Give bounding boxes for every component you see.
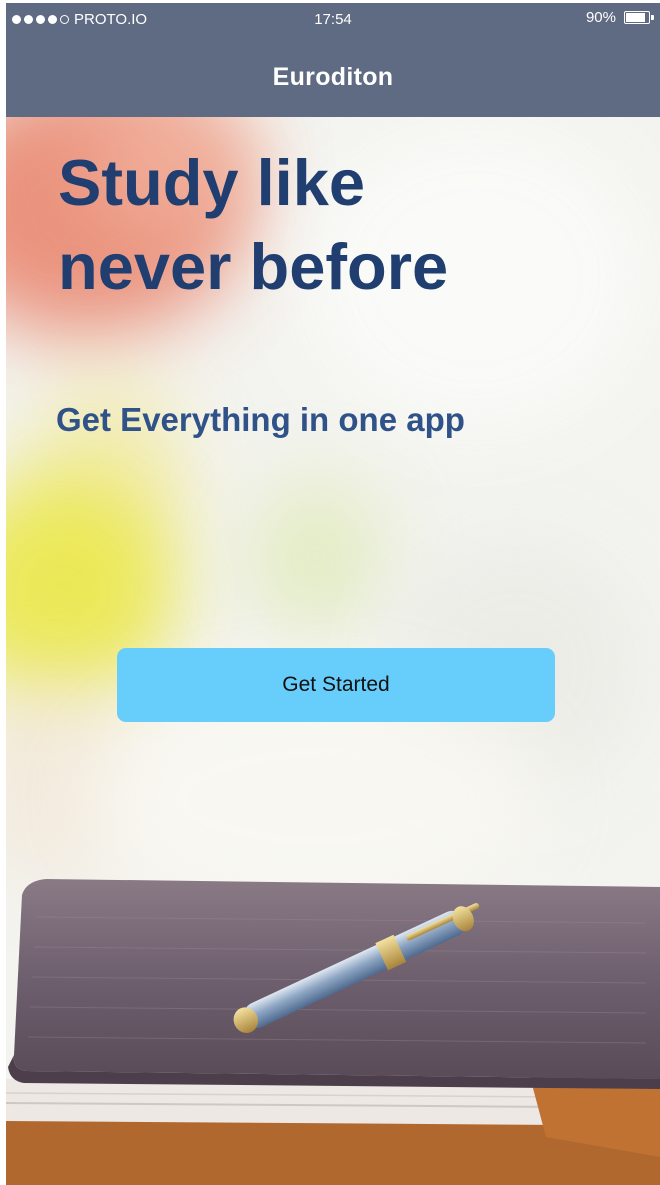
battery-info: 90% [585, 9, 654, 26]
get-started-button[interactable]: Get Started [117, 648, 555, 722]
app-screen: PROTO.IO 17:54 90% Euroditon Study like … [6, 3, 660, 1185]
hero-section: Study like never before Get Everything i… [6, 117, 660, 1185]
headline-line-2: never before [58, 230, 449, 303]
background-blur-green [246, 477, 386, 637]
app-title: Euroditon [272, 63, 394, 91]
hero-headline: Study like never before [58, 141, 658, 309]
hero-subheadline: Get Everything in one app [56, 401, 465, 438]
headline-line-1: Study like [58, 146, 366, 219]
battery-percent: 90% [585, 9, 616, 26]
top-bar: PROTO.IO 17:54 90% Euroditon [6, 3, 660, 117]
status-bar: PROTO.IO 17:54 90% [6, 3, 660, 37]
status-time: 17:54 [314, 11, 352, 28]
battery-icon [624, 11, 654, 24]
notebook-pen-image [6, 879, 660, 1185]
